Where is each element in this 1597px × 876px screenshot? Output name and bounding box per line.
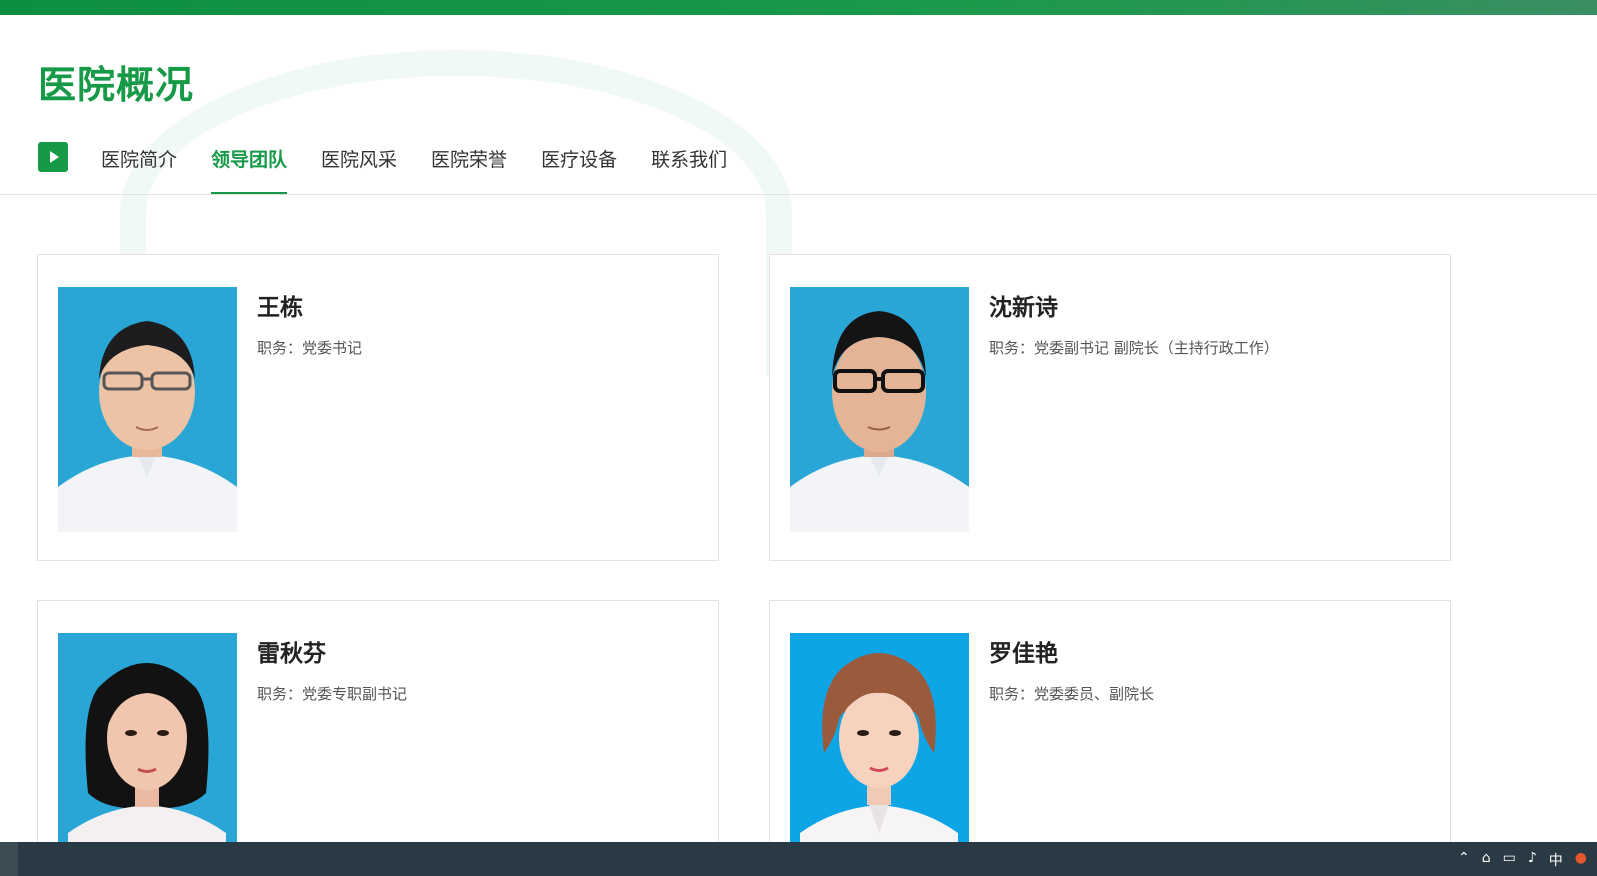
tab-hospital-intro[interactable]: 医院简介 xyxy=(101,138,177,186)
ime-icon[interactable]: 中 xyxy=(1549,850,1563,870)
leader-role: 职务：党委专职副书记 xyxy=(257,685,408,703)
tab-leadership[interactable]: 领导团队 xyxy=(211,138,288,194)
leader-role: 职务：党委副书记 副院长（主持行政工作） xyxy=(989,339,1279,357)
leader-card[interactable]: 雷秋芬 职务：党委专职副书记 xyxy=(37,600,719,860)
leader-name: 雷秋芬 xyxy=(257,641,326,667)
tab-hospital-honors[interactable]: 医院荣誉 xyxy=(431,138,507,186)
leader-photo xyxy=(58,633,237,859)
app-icon[interactable]: ● xyxy=(1575,850,1587,870)
taskbar-start[interactable] xyxy=(0,842,18,876)
leader-name: 王栋 xyxy=(257,295,303,321)
tab-contact-us[interactable]: 联系我们 xyxy=(651,138,727,186)
nav-divider xyxy=(0,194,1597,195)
leader-role: 职务：党委委员、副院长 xyxy=(989,685,1155,703)
os-taskbar: ⌃ ⌂ ▭ ♪ 中 ● xyxy=(0,842,1597,876)
top-accent-bar xyxy=(0,0,1597,15)
speaker-icon[interactable]: ♪ xyxy=(1528,850,1537,870)
leader-photo xyxy=(790,287,969,532)
network-icon[interactable]: ⌂ xyxy=(1482,850,1491,870)
leader-photo xyxy=(790,633,969,859)
leader-name: 沈新诗 xyxy=(989,295,1058,321)
leader-card[interactable]: 罗佳艳 职务：党委委员、副院长 xyxy=(769,600,1451,860)
leader-role: 职务：党委书记 xyxy=(257,339,363,357)
leader-card[interactable]: 沈新诗 职务：党委副书记 副院长（主持行政工作） xyxy=(769,254,1451,561)
display-icon[interactable]: ▭ xyxy=(1503,850,1516,870)
section-nav: 医院简介 领导团队 医院风采 医院荣誉 医疗设备 联系我们 xyxy=(38,138,761,195)
leader-card[interactable]: 王栋 职务：党委书记 xyxy=(37,254,719,561)
play-icon[interactable] xyxy=(38,142,68,172)
tab-hospital-gallery[interactable]: 医院风采 xyxy=(321,138,397,186)
leader-photo xyxy=(58,287,237,532)
chevron-up-icon[interactable]: ⌃ xyxy=(1458,850,1470,870)
tab-medical-equipment[interactable]: 医疗设备 xyxy=(541,138,617,186)
page-title: 医院概况 xyxy=(38,63,195,107)
system-tray: ⌃ ⌂ ▭ ♪ 中 ● xyxy=(1458,850,1587,870)
leader-name: 罗佳艳 xyxy=(989,641,1058,667)
